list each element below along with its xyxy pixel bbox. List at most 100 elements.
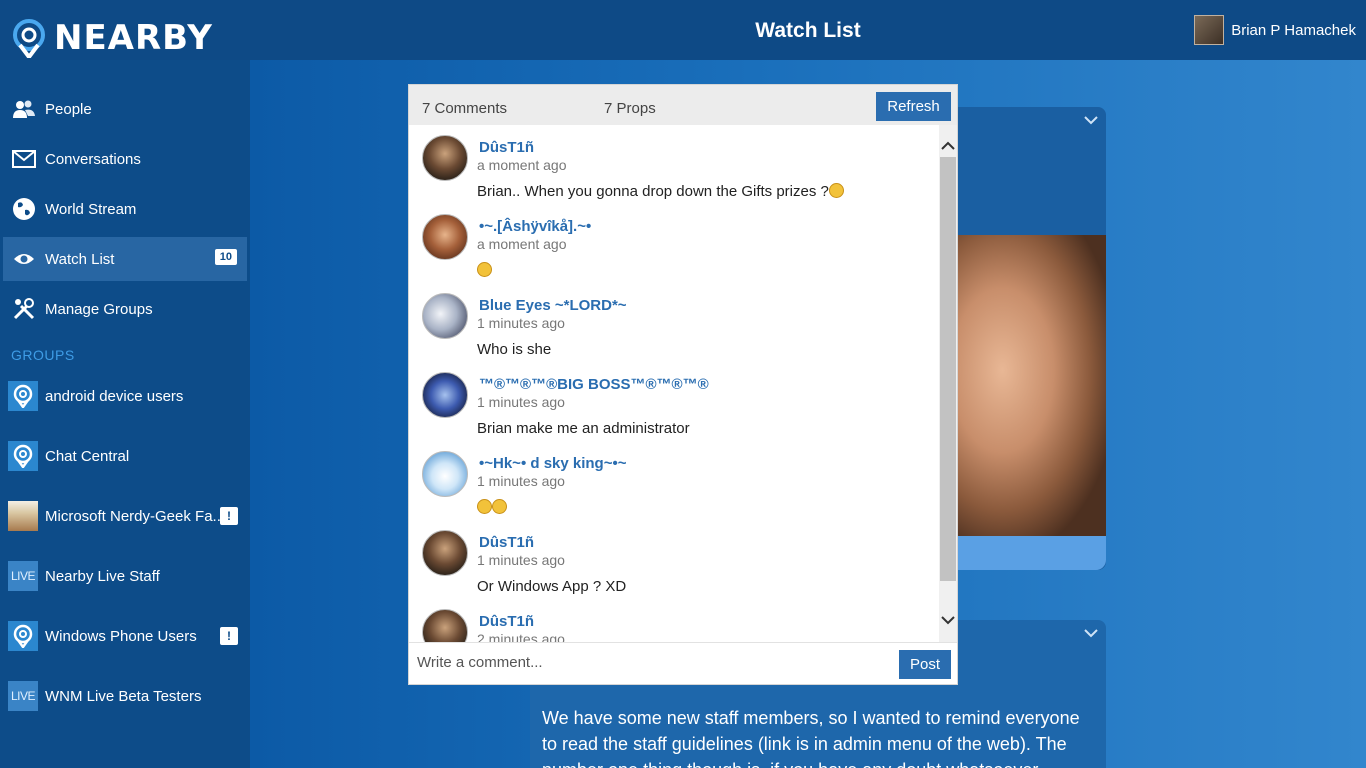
commenter-avatar[interactable] xyxy=(422,372,468,418)
comment-time: 2 minutes ago xyxy=(477,631,565,642)
commenter-avatar[interactable] xyxy=(422,214,468,260)
group-item-windows-phone-users[interactable]: Windows Phone Users ! xyxy=(8,616,244,656)
eye-icon xyxy=(11,246,37,272)
commenter-name[interactable]: ™®™®™®BIG BOSS™®™®™® xyxy=(479,376,709,393)
sidebar-item-conversations[interactable]: Conversations xyxy=(3,137,247,181)
comments-scrollbar[interactable] xyxy=(939,125,957,642)
groups-heading: GROUPS xyxy=(11,347,75,363)
page-title: Watch List xyxy=(755,19,861,42)
sidebar-item-watch-list[interactable]: Watch List 10 xyxy=(3,237,247,281)
commenter-avatar[interactable] xyxy=(422,135,468,181)
comment-item: Blue Eyes ~*LORD*~ 1 minutes ago Who is … xyxy=(409,288,939,368)
comment-time: a moment ago xyxy=(477,157,567,173)
comment-composer: Post xyxy=(409,642,957,684)
user-profile[interactable]: Brian P Hamachek xyxy=(1194,15,1356,45)
comment-time: 1 minutes ago xyxy=(477,394,565,410)
comment-text: Brian make me an administrator xyxy=(477,420,690,437)
group-item-android-device-users[interactable]: android device users xyxy=(8,376,244,416)
commenter-name[interactable]: Blue Eyes ~*LORD*~ xyxy=(479,297,627,314)
group-alert-badge: ! xyxy=(220,507,238,525)
sidebar-item-label: People xyxy=(45,100,92,118)
group-item-label: WNM Live Beta Testers xyxy=(45,687,202,705)
app-name: NEARBY xyxy=(54,18,213,58)
group-alert-badge: ! xyxy=(220,627,238,645)
commenter-avatar[interactable] xyxy=(422,451,468,497)
commenter-name[interactable]: •~.[Âshÿvîkå].~• xyxy=(479,218,591,235)
comments-count[interactable]: 7 Comments xyxy=(422,100,507,117)
sidebar-item-label: World Stream xyxy=(45,200,137,218)
tools-icon xyxy=(11,296,37,322)
emoji-icon xyxy=(492,499,507,514)
scroll-down-arrow-icon[interactable] xyxy=(941,614,955,626)
comment-text: Or Windows App ? XD xyxy=(477,578,627,595)
nearby-group-icon xyxy=(8,441,38,471)
comment-time: 1 minutes ago xyxy=(477,315,565,331)
post-body-text: We have some new staff members, so I wan… xyxy=(542,708,1080,768)
group-item-label: Nearby Live Staff xyxy=(45,567,160,585)
people-icon xyxy=(11,96,37,122)
post-button[interactable]: Post xyxy=(899,650,951,679)
nearby-logo-icon xyxy=(13,19,45,58)
comments-popup: 7 Comments 7 Props Refresh DûsT1ñ a mome… xyxy=(408,84,958,685)
emoji-icon xyxy=(477,499,492,514)
group-item-label: android device users xyxy=(45,387,184,405)
commenter-name[interactable]: •~Hk~• d sky king~•~ xyxy=(479,455,627,472)
post-photo-footer xyxy=(958,536,1106,570)
sidebar-item-label: Conversations xyxy=(45,150,141,168)
sidebar: People Conversations World Stream Watch … xyxy=(0,60,250,768)
comment-time: 1 minutes ago xyxy=(477,552,565,568)
live-icon: LIVE xyxy=(8,561,38,591)
watch-list-count-badge: 10 xyxy=(214,249,237,265)
top-bar: NEARBY Watch List Brian P Hamachek xyxy=(0,0,1366,60)
envelope-icon xyxy=(11,146,37,172)
comment-time: a moment ago xyxy=(477,236,567,252)
sidebar-item-label: Watch List xyxy=(45,250,115,268)
comment-item: DûsT1ñ 1 minutes ago Or Windows App ? XD xyxy=(409,525,939,605)
chevron-down-icon[interactable] xyxy=(1084,628,1098,638)
comment-list: DûsT1ñ a moment ago Brian.. When you gon… xyxy=(409,125,939,642)
comment-item: •~Hk~• d sky king~•~ 1 minutes ago xyxy=(409,446,939,526)
comment-item: •~.[Âshÿvîkå].~• a moment ago xyxy=(409,209,939,289)
user-avatar[interactable] xyxy=(1194,15,1225,45)
group-item-chat-central[interactable]: Chat Central xyxy=(8,436,244,476)
commenter-name[interactable]: DûsT1ñ xyxy=(479,139,534,156)
globe-icon xyxy=(11,196,37,222)
comment-text xyxy=(477,262,492,279)
group-item-microsoft-nerdy-geek[interactable]: Microsoft Nerdy-Geek Fa... ! xyxy=(8,496,244,536)
live-icon: LIVE xyxy=(8,681,38,711)
scroll-up-arrow-icon[interactable] xyxy=(941,140,955,152)
group-item-wnm-live-beta-testers[interactable]: LIVE WNM Live Beta Testers xyxy=(8,676,244,716)
group-item-nearby-live-staff[interactable]: LIVE Nearby Live Staff xyxy=(8,556,244,596)
comment-text: Brian.. When you gonna drop down the Gif… xyxy=(477,183,844,200)
comment-item: DûsT1ñ 2 minutes ago xyxy=(409,604,939,642)
post-photo[interactable] xyxy=(958,235,1106,536)
scrollbar-thumb[interactable] xyxy=(940,157,956,581)
comment-time: 1 minutes ago xyxy=(477,473,565,489)
group-item-label: Windows Phone Users xyxy=(45,627,197,645)
comment-item: DûsT1ñ a moment ago Brian.. When you gon… xyxy=(409,130,939,210)
refresh-button[interactable]: Refresh xyxy=(876,92,951,121)
comment-text: Who is she xyxy=(477,341,552,358)
comment-input[interactable] xyxy=(417,649,887,675)
nearby-group-icon xyxy=(8,381,38,411)
commenter-name[interactable]: DûsT1ñ xyxy=(479,534,534,551)
group-item-label: Chat Central xyxy=(45,447,130,465)
user-name: Brian P Hamachek xyxy=(1231,21,1356,39)
commenter-avatar[interactable] xyxy=(422,609,468,642)
emoji-icon xyxy=(477,262,492,277)
props-count[interactable]: 7 Props xyxy=(604,100,656,117)
group-item-label: Microsoft Nerdy-Geek Fa... xyxy=(45,507,226,525)
sidebar-item-manage-groups[interactable]: Manage Groups xyxy=(3,287,247,331)
comment-item: ™®™®™®BIG BOSS™®™®™® 1 minutes ago Brian… xyxy=(409,367,939,447)
comments-header: 7 Comments 7 Props Refresh xyxy=(409,85,957,125)
app-logo[interactable]: NEARBY xyxy=(10,18,213,58)
commenter-name[interactable]: DûsT1ñ xyxy=(479,613,534,630)
nearby-group-icon xyxy=(8,621,38,651)
commenter-avatar[interactable] xyxy=(422,293,468,339)
group-photo-icon xyxy=(8,501,38,531)
emoji-icon xyxy=(828,183,844,198)
sidebar-item-world-stream[interactable]: World Stream xyxy=(3,187,247,231)
sidebar-item-people[interactable]: People xyxy=(3,87,247,131)
chevron-down-icon[interactable] xyxy=(1084,115,1098,125)
commenter-avatar[interactable] xyxy=(422,530,468,576)
